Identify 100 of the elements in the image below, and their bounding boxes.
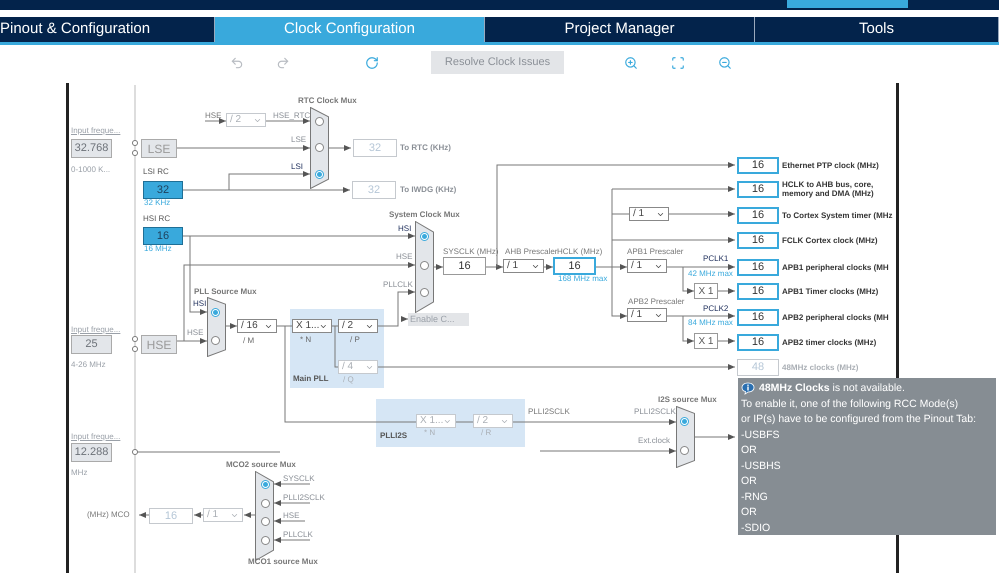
mux-title: PLL Source Mux	[194, 288, 257, 296]
mux-input-label: LSE	[291, 136, 306, 144]
diagram-label: HCLK (MHz)	[557, 248, 602, 256]
frequency-note: 16 MHz	[144, 245, 172, 253]
diagram-label: 84 MHz max	[688, 319, 733, 327]
oscillator-title: LSI RC	[143, 168, 169, 176]
divider-caption: / M	[243, 337, 254, 345]
output-label: FCLK Cortex clock (MHz)	[782, 236, 879, 245]
divider-caption: / P	[350, 336, 360, 344]
refresh-icon[interactable]	[365, 56, 379, 70]
diagram-label: 168 MHz max	[558, 275, 608, 283]
output-label: To Cortex System timer (MHz	[782, 211, 894, 220]
source-block[interactable]: HSE	[141, 335, 177, 354]
output-label: APB2 peripheral clocks (MH	[782, 313, 890, 322]
frequency-value: 32	[352, 181, 396, 199]
mux-title: RTC Clock Mux	[298, 97, 357, 105]
oscillator-title: HSI RC	[143, 215, 170, 223]
diagram-label: PCLK2	[703, 305, 728, 313]
tab[interactable]: Clock Configuration	[215, 17, 485, 42]
diagram-label: APB2 Prescaler	[628, 298, 684, 306]
prescaler-dropdown[interactable]: X 1...	[292, 319, 332, 333]
frequency-note: 32 KHz	[144, 199, 170, 207]
range-label: 0-1000 K...	[71, 166, 110, 174]
output-label: Ethernet PTP clock (MHz)	[782, 161, 880, 170]
tooltip-text: 48MHz Clocks is not available.	[759, 381, 905, 396]
mux-title: I2S source Mux	[658, 396, 717, 404]
zoom-in-icon[interactable]	[624, 56, 638, 70]
multiplexer	[207, 297, 226, 357]
diagram-label: PLLI2S	[380, 432, 408, 440]
prescaler-dropdown[interactable]: / 1	[503, 259, 544, 273]
input-caption: Input freque...	[71, 326, 120, 334]
mux-title: MCO1 source Mux	[248, 558, 318, 566]
prescaler-dropdown[interactable]: / 1	[627, 308, 667, 322]
undo-icon[interactable]	[230, 56, 244, 70]
mux-input-label: HSI	[398, 225, 412, 233]
multiplier-value: X 1	[694, 283, 718, 299]
output-label: 48MHz clocks (MHz)	[782, 363, 860, 372]
output-value: 16	[737, 309, 779, 326]
frequency-value: 32	[353, 139, 397, 157]
output-label: APB1 peripheral clocks (MH	[782, 263, 890, 272]
mux-input-label: SYSCLK	[283, 475, 315, 483]
tab[interactable]: Pinout & Configuration	[0, 17, 215, 42]
output-value: 16	[737, 232, 779, 249]
mux-input-label: PLLCLK	[383, 281, 413, 289]
mux-input-label: HSE_RTC	[273, 112, 310, 120]
diagram-label: (MHz) MCO	[87, 511, 130, 519]
source-block[interactable]: LSE	[141, 139, 177, 158]
range-label: MHz	[71, 469, 88, 477]
fit-screen-icon[interactable]	[671, 56, 685, 70]
tooltip-text: OR	[741, 505, 757, 520]
output-label: To RTC (KHz)	[400, 144, 451, 152]
output-label: APB2 timer clocks (MHz)	[782, 338, 878, 347]
mux-input-label: PLLI2SCLK	[283, 494, 325, 502]
divider-caption: / R	[481, 429, 492, 437]
output-value: 16	[737, 157, 779, 174]
mux-input-label: PLLCLK	[283, 531, 313, 539]
diagram-label: APB1 Prescaler	[627, 248, 684, 256]
divider-caption: / Q	[343, 376, 354, 384]
input-caption: Input freque...	[71, 127, 120, 135]
frequency-value: 16	[553, 257, 596, 275]
input-frequency-field[interactable]: 12.288	[71, 443, 112, 462]
diagram-label: HSE	[205, 112, 222, 120]
mux-input-label: PLLI2SCLK	[634, 408, 676, 416]
frequency-value: 16	[149, 508, 193, 524]
mux-input-label: HSE	[283, 512, 300, 520]
output-value: 16	[737, 181, 779, 198]
output-label: HCLK to AHB bus, core, memory and DMA (MHz)	[782, 180, 875, 198]
tooltip-text: -RNG	[741, 490, 768, 504]
prescaler-dropdown[interactable]: / 2	[338, 319, 378, 333]
redo-icon[interactable]	[276, 56, 290, 70]
output-value: 48	[737, 359, 779, 376]
diagram-label: PLLI2SCLK	[528, 408, 570, 416]
prescaler-dropdown[interactable]: / 16	[237, 319, 277, 333]
multiplier-value: X 1	[694, 333, 718, 349]
zoom-out-icon[interactable]	[718, 56, 732, 70]
output-label: To IWDG (KHz)	[400, 186, 456, 194]
output-value: 16	[737, 207, 779, 224]
input-frequency-field[interactable]: 32.768	[71, 139, 112, 158]
mux-input-label: LSI	[291, 163, 304, 171]
range-label: 4-26 MHz	[71, 361, 106, 369]
tooltip-text: or IP(s) have to be configured from the Pinout Tab:	[741, 412, 976, 427]
tooltip-text: -USBHS	[741, 458, 781, 474]
divider-caption: * N	[300, 336, 312, 344]
input-frequency-field[interactable]: 25	[71, 335, 112, 354]
output-value: 16	[737, 283, 779, 300]
tooltip-text: -SDIO	[741, 520, 770, 536]
diagram-label: PCLK1	[703, 255, 728, 263]
oscillator-block[interactable]: 16	[143, 227, 183, 245]
mux-title: System Clock Mux	[389, 211, 460, 219]
frequency-value: 16	[443, 257, 486, 275]
tooltip-text: -USBFS	[741, 428, 780, 442]
multiplexer	[676, 406, 695, 468]
oscillator-block[interactable]: 32	[143, 181, 183, 199]
resolve-button[interactable]: Resolve Clock Issues	[431, 51, 564, 74]
prescaler-dropdown[interactable]: / 1	[629, 207, 669, 221]
diagram-label: Main PLL	[293, 375, 329, 383]
mux-input-label: HSE	[187, 329, 204, 337]
divider-caption: * N	[424, 429, 436, 437]
prescaler-dropdown[interactable]: / 1	[627, 259, 667, 273]
tooltip-text: OR	[741, 474, 757, 489]
